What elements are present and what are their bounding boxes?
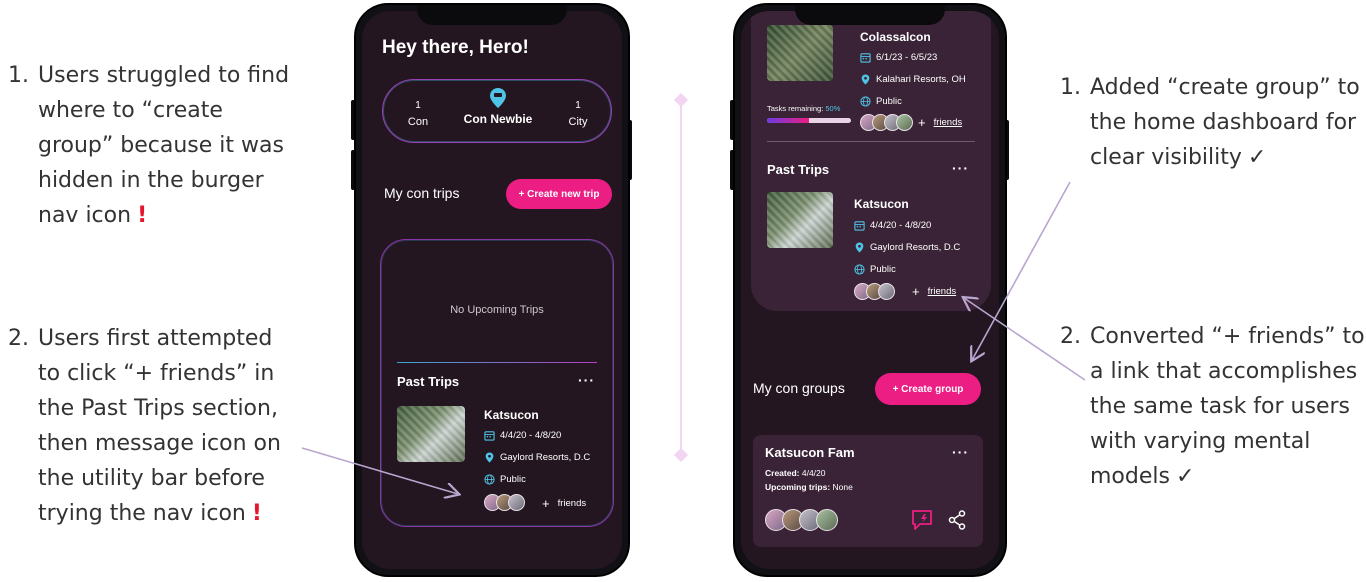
divider-top-diamond: [673, 92, 689, 108]
checkmark-icon: ✓: [1247, 145, 1267, 170]
trip-location: Kalahari Resorts, OH: [860, 74, 966, 85]
trip-name: Colassalcon: [860, 30, 931, 44]
trip-dates: 4/4/20 - 4/8/20: [484, 430, 561, 441]
calendar-icon: [484, 431, 495, 441]
add-friends-link[interactable]: + friends: [912, 284, 956, 299]
trip-thumbnail[interactable]: [767, 25, 833, 81]
badge-pin-icon: [490, 88, 506, 108]
trip-location: Gaylord Resorts, D.C: [484, 452, 590, 463]
friend-avatars: [854, 283, 895, 300]
create-group-button[interactable]: + Create group: [875, 373, 981, 405]
past-trips-title: Past Trips: [397, 374, 460, 389]
tasks-progress-fill: [767, 118, 809, 123]
avatar: [896, 114, 913, 131]
phone-screen: Hey there, Hero! 1 Con Con Newbie 1 City…: [362, 11, 622, 569]
share-icon[interactable]: [948, 510, 966, 530]
trips-card: No Upcoming Trips Past Trips ··· Katsuco…: [380, 239, 614, 527]
tasks-remaining-label: Tasks remaining: 50%: [767, 104, 841, 113]
group-more-button[interactable]: ···: [952, 444, 969, 460]
add-friends-link[interactable]: + friends: [918, 115, 962, 130]
trip-visibility: Public: [854, 264, 896, 275]
trip-dates: 4/4/20 - 4/8/20: [854, 220, 931, 231]
calendar-icon: [860, 53, 871, 63]
add-friends-text[interactable]: + friends: [542, 496, 586, 511]
location-pin-icon: [855, 242, 864, 253]
no-upcoming-trips-text: No Upcoming Trips: [450, 304, 544, 316]
past-trips-more-button[interactable]: ···: [578, 372, 595, 388]
divider-bottom-diamond: [673, 447, 689, 463]
phone-after: Colassalcon 6/1/23 - 6/5/23 Kalahari Res…: [733, 3, 1007, 577]
trips-divider: [767, 141, 975, 142]
trip-thumbnail[interactable]: [767, 192, 833, 248]
globe-icon: [854, 264, 865, 275]
trip-thumbnail[interactable]: [397, 406, 465, 462]
avatar: [508, 494, 525, 511]
con-count: 1 Con: [407, 100, 429, 128]
trip-name: Katsucon: [854, 197, 909, 211]
stats-pill: 1 Con Con Newbie 1 City: [382, 79, 612, 143]
greeting-title: Hey there, Hero!: [382, 37, 529, 58]
past-trips-title: Past Trips: [767, 162, 830, 177]
group-upcoming: Upcoming trips: None: [765, 482, 853, 492]
calendar-icon: [854, 221, 865, 231]
warning-icon: !: [137, 203, 148, 228]
phone-notch: [417, 5, 567, 25]
warning-icon: !: [251, 501, 262, 526]
group-created: Created: 4/4/20: [765, 468, 826, 478]
trip-visibility: Public: [484, 474, 526, 485]
avatar: [878, 283, 895, 300]
trip-visibility: Public: [860, 96, 902, 107]
con-newbie-badge[interactable]: Con Newbie: [453, 88, 543, 126]
globe-icon: [484, 474, 495, 485]
location-pin-icon: [485, 452, 494, 463]
left-note-2: 2. Users first attempted to click “+ fri…: [8, 326, 281, 526]
my-con-trips-heading: My con trips: [384, 185, 460, 201]
globe-icon: [860, 96, 871, 107]
trip-location: Gaylord Resorts, D.C: [854, 242, 960, 253]
group-avatars: [765, 509, 838, 531]
group-card[interactable]: Katsucon Fam ··· Created: 4/4/20 Upcomin…: [753, 435, 983, 547]
friend-avatars: [484, 494, 525, 511]
phone-notch: [795, 5, 945, 25]
group-name: Katsucon Fam: [765, 445, 855, 460]
location-pin-icon: [861, 74, 870, 85]
tasks-progress-bar: [767, 118, 851, 123]
center-divider-line: [680, 100, 682, 456]
past-trips-more-button[interactable]: ···: [952, 160, 969, 176]
trip-name: Katsucon: [484, 408, 539, 422]
create-new-trip-button[interactable]: + Create new trip: [506, 179, 612, 209]
city-count: 1 City: [568, 100, 588, 128]
phone-before: Hey there, Hero! 1 Con Con Newbie 1 City…: [354, 3, 630, 577]
trip-dates: 6/1/23 - 6/5/23: [860, 52, 937, 63]
left-note-1: 1. Users struggled to find where to “cre…: [8, 63, 290, 228]
right-note-1: 1. Added “create group” to the home dash…: [1060, 75, 1360, 170]
trips-card: Colassalcon 6/1/23 - 6/5/23 Kalahari Res…: [751, 11, 991, 311]
friend-avatars: [860, 114, 913, 131]
message-icon[interactable]: [911, 509, 935, 531]
right-note-2: 2. Converted “+ friends” to a link that …: [1060, 324, 1365, 489]
phone-screen: Colassalcon 6/1/23 - 6/5/23 Kalahari Res…: [741, 11, 999, 569]
checkmark-icon: ✓: [1175, 464, 1195, 489]
avatar: [816, 509, 838, 531]
my-con-groups-heading: My con groups: [753, 380, 845, 396]
trips-divider: [397, 362, 597, 363]
